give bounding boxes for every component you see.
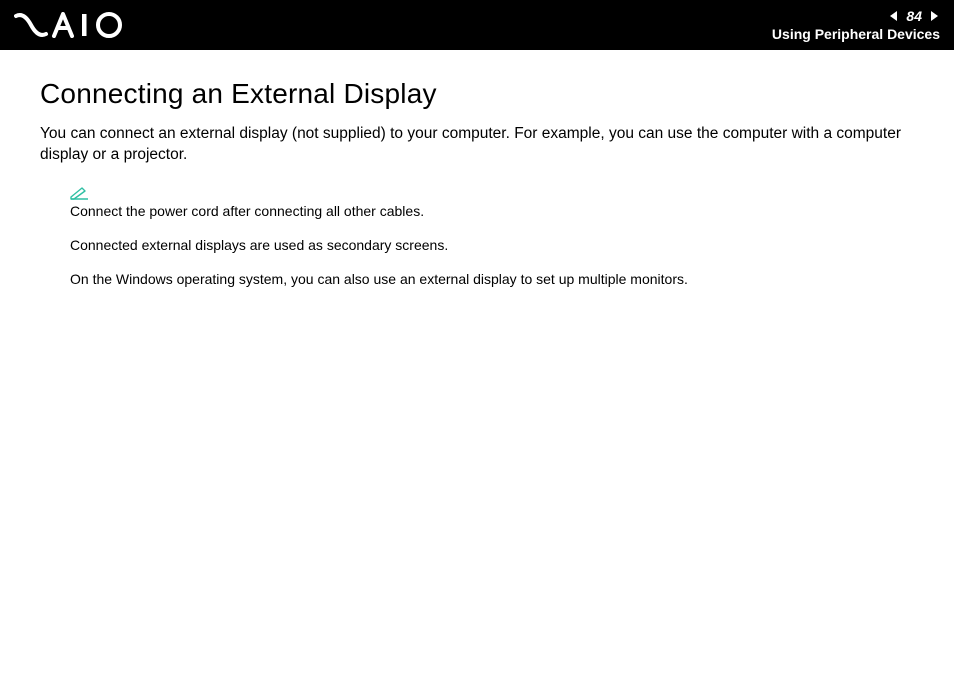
- pencil-icon: [70, 186, 914, 200]
- vaio-logo: [14, 0, 134, 50]
- note-line-1: Connect the power cord after connecting …: [70, 202, 914, 220]
- intro-text: You can connect an external display (not…: [40, 124, 914, 166]
- note-block: Connect the power cord after connecting …: [70, 186, 914, 289]
- note-line-2: Connected external displays are used as …: [70, 236, 914, 254]
- header-right: 84 Using Peripheral Devices: [772, 8, 940, 42]
- note-line-3: On the Windows operating system, you can…: [70, 270, 914, 288]
- section-name: Using Peripheral Devices: [772, 26, 940, 42]
- header: 84 Using Peripheral Devices: [0, 0, 954, 50]
- prev-page-arrow-icon[interactable]: [888, 10, 900, 22]
- content: Connecting an External Display You can c…: [0, 50, 954, 288]
- page-number: 84: [906, 8, 922, 24]
- next-page-arrow-icon[interactable]: [928, 10, 940, 22]
- pager: 84: [888, 8, 940, 24]
- page-title: Connecting an External Display: [40, 78, 914, 110]
